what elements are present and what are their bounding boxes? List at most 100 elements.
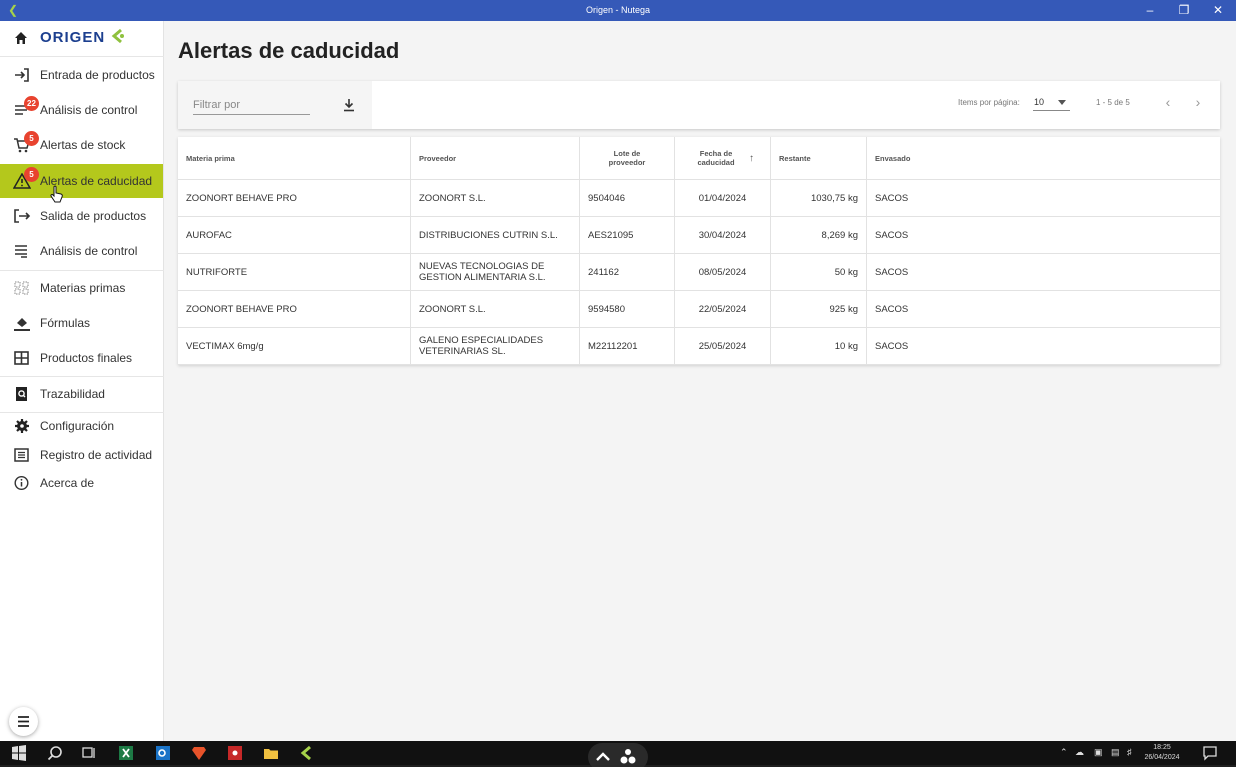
grid-dots-icon xyxy=(14,281,29,295)
table-icon xyxy=(14,448,29,462)
table-toolbar: Items por página: 10 1 - 5 de 5 ‹ › xyxy=(178,81,1220,129)
network-icon[interactable]: ▤ xyxy=(1111,747,1120,758)
info-icon xyxy=(14,475,29,491)
cell-proveedor: DISTRIBUCIONES CUTRIN S.L. xyxy=(411,217,580,253)
column-header-fecha-caducidad[interactable]: Fecha de caducidad ↑ xyxy=(675,137,771,179)
sidebar-item-materias-primas[interactable]: Materias primas xyxy=(0,271,163,305)
document-search-icon xyxy=(16,387,27,401)
cell-materia-prima: ZOONORT BEHAVE PRO xyxy=(178,291,411,327)
cell-fecha: 08/05/2024 xyxy=(675,254,771,290)
cell-envasado: SACOS xyxy=(875,192,909,204)
cell-restante: 50 kg xyxy=(771,254,867,290)
filter-input[interactable] xyxy=(193,95,310,115)
sidebar-item-analisis-control[interactable]: Análisis de control xyxy=(0,234,163,268)
close-button[interactable]: ✕ xyxy=(1206,2,1230,19)
clock-time: 18:25 xyxy=(1153,744,1171,751)
sidebar-item-label: Salida de productos xyxy=(40,209,147,223)
chevron-right-icon: › xyxy=(1195,94,1201,110)
sidebar-item-label: Registro de actividad xyxy=(40,448,153,462)
taskbar-clock[interactable]: 18:25 26/04/2024 xyxy=(1142,743,1182,763)
sidebar-item-label: Fórmulas xyxy=(40,316,91,330)
sidebar-item-label: Configuración xyxy=(40,419,115,433)
file-explorer-icon[interactable] xyxy=(263,745,279,761)
cell-materia-prima: NUTRIFORTE xyxy=(178,254,411,290)
sidebar: ORIGEN Entrada de productos 22 Análisis … xyxy=(0,21,164,741)
outlook-icon[interactable] xyxy=(155,745,171,761)
table-row[interactable]: ZOONORT BEHAVE PRO ZOONORT S.L. 9504046 … xyxy=(178,180,1220,217)
brand-logo-icon xyxy=(111,28,124,44)
column-header-lote[interactable]: Lote de proveedor xyxy=(580,137,675,179)
menu-toggle-button[interactable] xyxy=(9,707,38,736)
download-icon[interactable] xyxy=(342,98,356,112)
window-title: Origen - Nutega xyxy=(585,5,651,15)
list-icon xyxy=(15,245,27,258)
task-view-icon[interactable] xyxy=(81,745,97,761)
cell-proveedor: GALENO ESPECIALIDADES VETERINARIAS SL. xyxy=(411,328,580,364)
sidebar-item-entrada-productos[interactable]: Entrada de productos xyxy=(0,58,163,92)
minimize-button[interactable]: – xyxy=(1138,2,1162,19)
cell-envasado: SACOS xyxy=(875,266,909,278)
prev-page-button[interactable]: ‹ xyxy=(1160,94,1176,110)
cell-proveedor: ZOONORT S.L. xyxy=(411,180,580,216)
sort-ascending-icon[interactable]: ↑ xyxy=(749,153,754,164)
cell-restante: 10 kg xyxy=(771,328,867,364)
sidebar-item-label: Entrada de productos xyxy=(40,68,155,82)
brave-browser-icon[interactable] xyxy=(191,745,207,761)
cell-envasado: SACOS xyxy=(875,340,909,352)
origen-app-icon[interactable] xyxy=(299,745,315,761)
home-icon[interactable] xyxy=(14,31,28,45)
cell-fecha: 22/05/2024 xyxy=(675,291,771,327)
tray-chevron-icon[interactable]: ⌃ xyxy=(1060,747,1068,758)
sidebar-item-trazabilidad[interactable]: Trazabilidad xyxy=(0,377,163,411)
sidebar-item-alertas-stock[interactable]: 5 Alertas de stock xyxy=(0,128,163,162)
sidebar-item-acerca-de[interactable]: Acerca de xyxy=(0,466,163,500)
filter-container xyxy=(178,81,372,129)
windows-start-icon[interactable] xyxy=(11,745,27,761)
column-header-materia-prima[interactable]: Materia prima xyxy=(178,137,411,179)
column-header-proveedor[interactable]: Proveedor xyxy=(411,137,580,179)
notifications-icon[interactable] xyxy=(1202,745,1218,761)
screen-share-widget-icon[interactable] xyxy=(588,743,648,767)
sidebar-item-salida-productos[interactable]: Salida de productos xyxy=(0,199,163,233)
brand-name: ORIGEN xyxy=(40,29,106,46)
login-arrow-icon xyxy=(15,68,29,82)
sidebar-item-productos-finales[interactable]: Productos finales xyxy=(0,341,163,375)
grid-icon xyxy=(14,351,29,365)
cell-lote: M22112201 xyxy=(580,328,675,364)
excel-icon[interactable] xyxy=(118,745,134,761)
title-bar: ❮ Origen - Nutega – ❐ ✕ xyxy=(0,0,1236,21)
search-icon[interactable] xyxy=(47,745,63,761)
column-header-restante[interactable]: Restante xyxy=(771,137,867,179)
red-app-icon[interactable] xyxy=(227,745,243,761)
security-icon[interactable]: ▣ xyxy=(1094,747,1103,758)
items-per-page-select[interactable]: 10 xyxy=(1033,94,1070,111)
table-row[interactable]: ZOONORT BEHAVE PRO ZOONORT S.L. 9594580 … xyxy=(178,291,1220,328)
paint-bucket-icon xyxy=(14,318,30,331)
app-window: ❮ Origen - Nutega – ❐ ✕ ORIGEN Entrada d… xyxy=(0,0,1236,767)
brand-row[interactable]: ORIGEN xyxy=(0,21,164,57)
sidebar-item-label: Análisis de control xyxy=(40,103,138,117)
table-row[interactable]: AUROFAC DISTRIBUCIONES CUTRIN S.L. AES21… xyxy=(178,217,1220,254)
sidebar-item-label: Análisis de control xyxy=(40,244,138,258)
cell-lote: 9504046 xyxy=(580,180,675,216)
cloud-icon[interactable]: ☁ xyxy=(1075,747,1084,758)
cell-restante: 8,269 kg xyxy=(771,217,867,253)
sidebar-item-label: Acerca de xyxy=(40,476,95,490)
volume-icon[interactable]: ♯ xyxy=(1127,747,1132,757)
main-content: Alertas de caducidad Items por página: 1… xyxy=(164,21,1236,741)
column-header-envasado[interactable]: Envasado xyxy=(867,137,1220,179)
table-header-row: Materia prima Proveedor Lote de proveedo… xyxy=(178,137,1220,180)
restore-button[interactable]: ❐ xyxy=(1172,2,1196,19)
sidebar-item-analisis-control-alerts[interactable]: 22 Análisis de control xyxy=(0,93,163,127)
sidebar-item-formulas[interactable]: Fórmulas xyxy=(0,306,163,340)
sidebar-item-label: Productos finales xyxy=(40,351,133,365)
table-row[interactable]: VECTIMAX 6mg/g GALENO ESPECIALIDADES VET… xyxy=(178,328,1220,365)
cell-restante: 1030,75 kg xyxy=(771,180,867,216)
dropdown-caret-icon xyxy=(1058,100,1066,105)
sidebar-item-alertas-caducidad[interactable]: 5 Alertas de caducidad xyxy=(0,164,163,198)
table-row[interactable]: NUTRIFORTE NUEVAS TECNOLOGIAS DE GESTION… xyxy=(178,254,1220,291)
expiry-alerts-table: Materia prima Proveedor Lote de proveedo… xyxy=(178,137,1220,365)
next-page-button[interactable]: › xyxy=(1190,94,1206,110)
cell-envasado: SACOS xyxy=(875,303,909,315)
count-badge: 5 xyxy=(24,167,39,182)
